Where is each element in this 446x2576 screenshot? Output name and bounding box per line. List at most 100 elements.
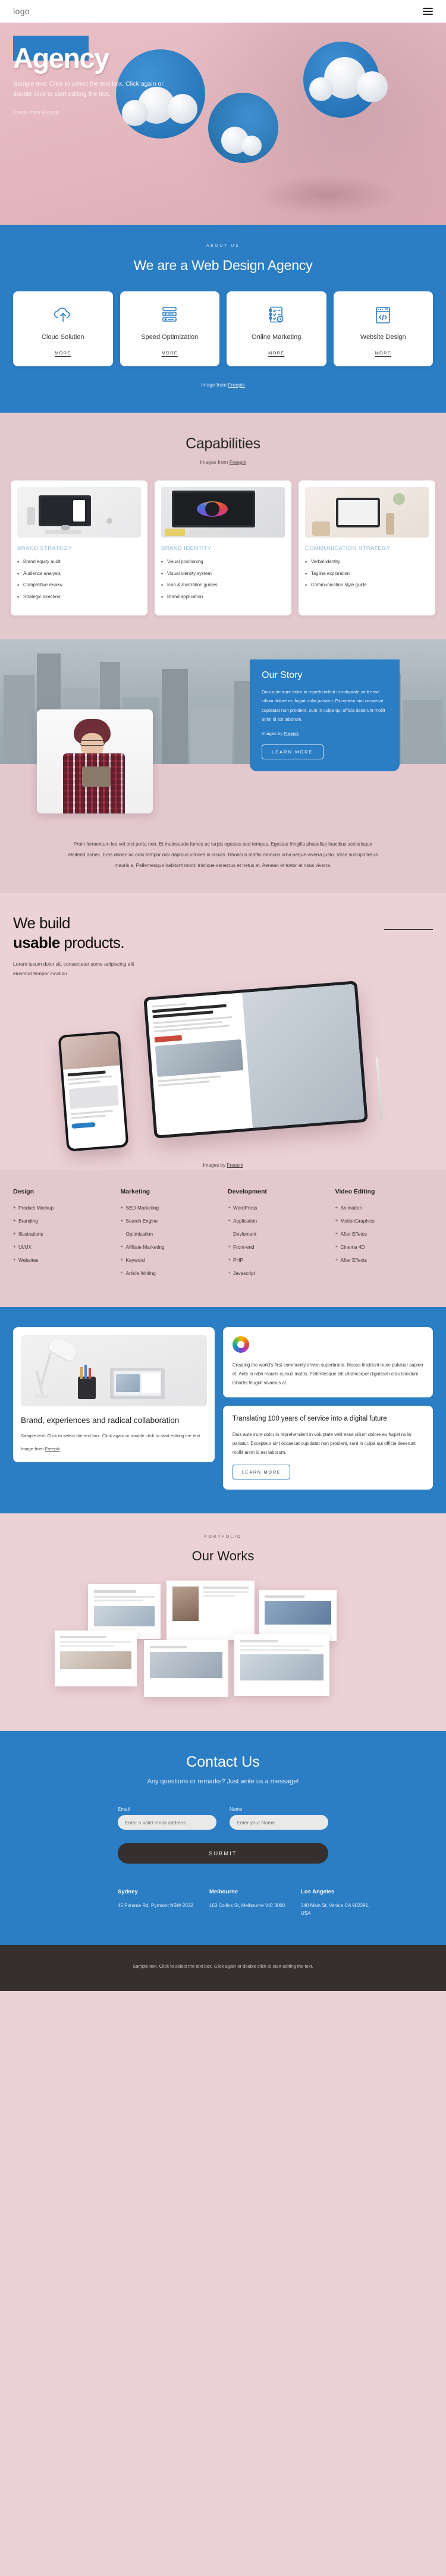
brand-bottom-card-heading: Translating 100 years of service into a …: [232, 1415, 387, 1423]
color-wheel-icon: [232, 1336, 249, 1353]
capability-image: [161, 486, 285, 538]
office-city: Sydney: [118, 1889, 138, 1896]
usable-subtitle: Lorem ipsum dolor sit, consectetur some …: [13, 961, 134, 976]
link-item[interactable]: Javascript: [228, 1270, 326, 1277]
link-item[interactable]: Cinema 4D: [335, 1243, 434, 1251]
about-credit: Image from Freepik: [0, 382, 446, 388]
list-item: Visual positioning: [161, 558, 285, 566]
learn-more-button[interactable]: LEARN MORE: [232, 1465, 291, 1480]
device-mockups: [0, 963, 446, 1153]
hamburger-icon[interactable]: [423, 8, 433, 15]
about-credit-prefix: Image from: [201, 381, 228, 388]
contact-heading: Contact Us: [186, 1754, 260, 1771]
link-item[interactable]: Search Engine: [121, 1217, 219, 1225]
brand-left-credit: Image from Freepik: [21, 1446, 207, 1452]
service-card[interactable]: Website Design MORE: [333, 291, 433, 366]
capability-card: BRAND IDENTITY Visual positioning Visual…: [155, 480, 291, 616]
column-heading: Marketing: [120, 1188, 150, 1196]
service-card-more[interactable]: MORE: [162, 342, 178, 356]
link-item[interactable]: Branding: [13, 1217, 111, 1225]
freepik-link[interactable]: Freepik: [230, 459, 246, 465]
capability-card-list: BRAND STRATEGY Brand equity audit Audien…: [0, 480, 446, 616]
link-item[interactable]: MotionGraphics: [335, 1217, 434, 1225]
email-input[interactable]: [118, 1815, 216, 1830]
list-item: Communication style guide: [305, 582, 429, 589]
list-item: Visual identity system: [161, 570, 285, 577]
link-item[interactable]: SEO Marketing: [121, 1204, 219, 1212]
link-item[interactable]: Product Mockup: [13, 1204, 111, 1212]
story-heading: Our Story: [262, 670, 303, 681]
portfolio-item[interactable]: [144, 1640, 228, 1698]
cloud-upload-icon: [53, 304, 73, 326]
capability-image: [305, 486, 429, 538]
column-heading: Video Editing: [335, 1188, 375, 1196]
footer-text: Sample text. Click to select the text bo…: [133, 1963, 313, 1969]
usable-credit: Images by Freepik: [0, 1163, 446, 1170]
portfolio-heading: Our Works: [191, 1548, 255, 1564]
usable-section: We build usable products. Lorem ipsum do…: [0, 893, 446, 1171]
office-address: 340 Main St, Venice CA 902291, USA: [301, 1903, 370, 1917]
service-card-title: Cloud Solution: [41, 334, 84, 341]
freepik-link[interactable]: Freepik: [42, 109, 59, 115]
list-item: Strategic direction: [17, 593, 141, 601]
portfolio-section: PORTFOLIO Our Works: [0, 1513, 446, 1732]
brand-left-heading: Brand, experiences and radical collabora…: [21, 1415, 180, 1425]
contact-form: Email Name: [0, 1807, 446, 1830]
freepik-link[interactable]: Freepik: [227, 1163, 243, 1168]
link-item[interactable]: PHP: [228, 1256, 326, 1264]
service-card-more[interactable]: MORE: [375, 342, 391, 356]
usable-heading: We build usable products.: [13, 913, 433, 952]
about-heading: We are a Web Design Agency: [133, 257, 313, 273]
service-card-more[interactable]: MORE: [55, 342, 71, 356]
portfolio-item[interactable]: [167, 1581, 255, 1641]
service-card-more[interactable]: MORE: [268, 342, 284, 356]
capability-title: BRAND IDENTITY: [161, 545, 212, 552]
link-item[interactable]: Affiliate Marketing: [121, 1243, 219, 1251]
column-heading: Design: [13, 1188, 34, 1196]
name-input[interactable]: [230, 1815, 328, 1830]
link-item[interactable]: Websites: [13, 1256, 111, 1264]
link-item[interactable]: Keyword: [121, 1256, 219, 1264]
usable-line2-bold: usable: [13, 933, 60, 951]
brand-bottom-card: Translating 100 years of service into a …: [222, 1406, 433, 1490]
office-item: Los Angeles 340 Main St, Venice CA 90229…: [301, 1889, 377, 1918]
service-card-title: Website Design: [360, 334, 406, 341]
capability-card: COMMUNICATION STRATEGY Verbal identity T…: [299, 480, 435, 616]
service-card[interactable]: Cloud Solution MORE: [13, 291, 113, 366]
name-field-group: Name: [230, 1807, 328, 1830]
service-card[interactable]: Speed Optimization MORE: [120, 291, 219, 366]
brand-top-card-body: Creating the world's first community dri…: [232, 1362, 423, 1386]
link-item-continuation[interactable]: Devloment: [228, 1231, 326, 1238]
link-item[interactable]: After Effects: [335, 1256, 434, 1264]
learn-more-button[interactable]: LEARN MORE: [262, 744, 323, 760]
link-item[interactable]: Front-end: [228, 1243, 326, 1251]
link-item[interactable]: Application: [228, 1217, 326, 1225]
service-card-title: Speed Optimization: [141, 334, 199, 341]
link-item[interactable]: Illustrations: [13, 1230, 111, 1238]
submit-button[interactable]: SUBMIT: [118, 1843, 328, 1864]
logo[interactable]: logo: [13, 7, 30, 16]
link-item[interactable]: Animation: [335, 1204, 434, 1212]
capability-item-list: Visual positioning Visual identity syste…: [161, 558, 285, 601]
contact-section: Contact Us Any questions or remarks? Jus…: [0, 1731, 446, 1945]
link-item[interactable]: WordPress: [228, 1204, 326, 1212]
email-label: Email: [118, 1807, 130, 1812]
freepik-link[interactable]: Freepik: [284, 731, 299, 736]
portfolio-item[interactable]: [234, 1634, 329, 1697]
freepik-link[interactable]: Freepik: [228, 382, 245, 388]
portfolio-eyebrow: PORTFOLIO: [204, 1535, 242, 1540]
about-eyebrow: ABOUT US: [206, 244, 240, 248]
desk-lamp-photo: [21, 1334, 207, 1406]
stylus-pen: [375, 1057, 384, 1121]
story-portrait-photo: [37, 709, 153, 814]
link-item[interactable]: Article Writing: [121, 1270, 219, 1277]
link-item-continuation[interactable]: Optimization: [121, 1231, 219, 1238]
link-item[interactable]: UI/UX: [13, 1243, 111, 1251]
capability-card: BRAND STRATEGY Brand equity audit Audien…: [11, 480, 147, 616]
freepik-link[interactable]: Freepik: [45, 1446, 60, 1452]
link-item[interactable]: After Effetcs: [335, 1230, 434, 1238]
page-root: logo Agency Sample text. Click to select…: [0, 0, 446, 1991]
column-heading: Development: [228, 1188, 267, 1196]
service-card[interactable]: Online Marketing MORE: [227, 291, 326, 366]
portfolio-item[interactable]: [55, 1631, 137, 1687]
